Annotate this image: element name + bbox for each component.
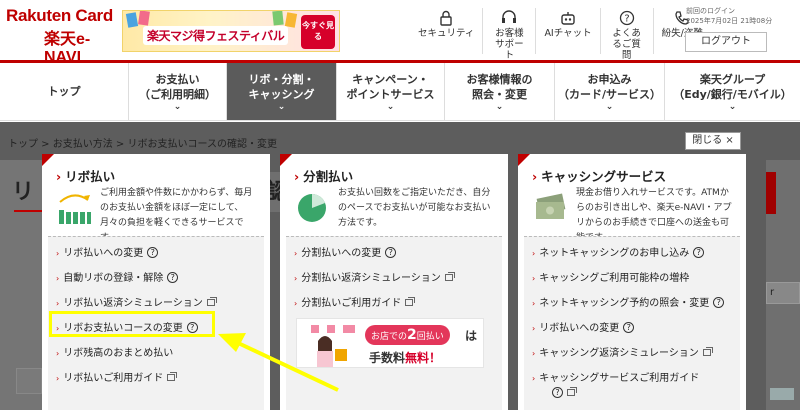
arrow-annotation-icon — [218, 333, 339, 392]
